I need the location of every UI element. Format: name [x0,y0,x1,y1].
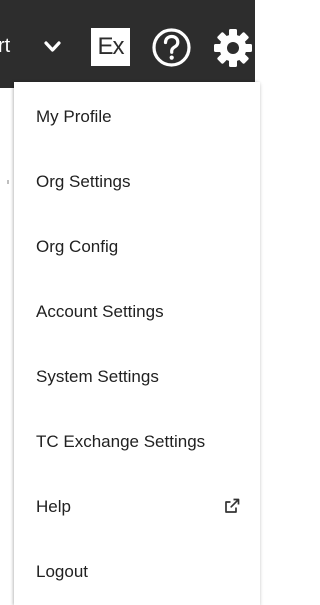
settings-dropdown-menu: My Profile Org Settings Org Config Accou… [14,82,260,605]
external-link-icon [225,498,240,513]
gear-icon[interactable] [211,26,255,70]
menu-item-my-profile[interactable]: My Profile [14,92,255,144]
ex-icon[interactable]: Ex [91,28,130,66]
menu-item-org-config[interactable]: Org Config [14,222,255,274]
menu-item-label: Org Settings [36,172,131,191]
top-navigation-bar: rt Ex [0,0,255,88]
ex-icon-text: Ex [97,33,124,60]
menu-item-tc-exchange-settings[interactable]: TC Exchange Settings [14,417,255,469]
chevron-down-icon[interactable] [43,40,62,54]
nav-menu-label[interactable]: rt [0,34,10,58]
background-divider [7,180,9,184]
menu-item-label: My Profile [36,107,112,126]
menu-item-label: System Settings [36,367,159,386]
menu-item-account-settings[interactable]: Account Settings [14,287,255,339]
menu-item-system-settings[interactable]: System Settings [14,352,255,404]
menu-item-label: Logout [36,562,88,581]
help-icon[interactable] [151,27,192,68]
menu-item-help[interactable]: Help [14,482,255,534]
menu-item-label: Account Settings [36,302,164,321]
menu-item-org-settings[interactable]: Org Settings [14,157,255,209]
menu-item-label: TC Exchange Settings [36,432,206,451]
menu-item-label: Help [36,497,71,516]
menu-item-label: Org Config [36,237,119,256]
menu-item-logout[interactable]: Logout [14,547,255,599]
